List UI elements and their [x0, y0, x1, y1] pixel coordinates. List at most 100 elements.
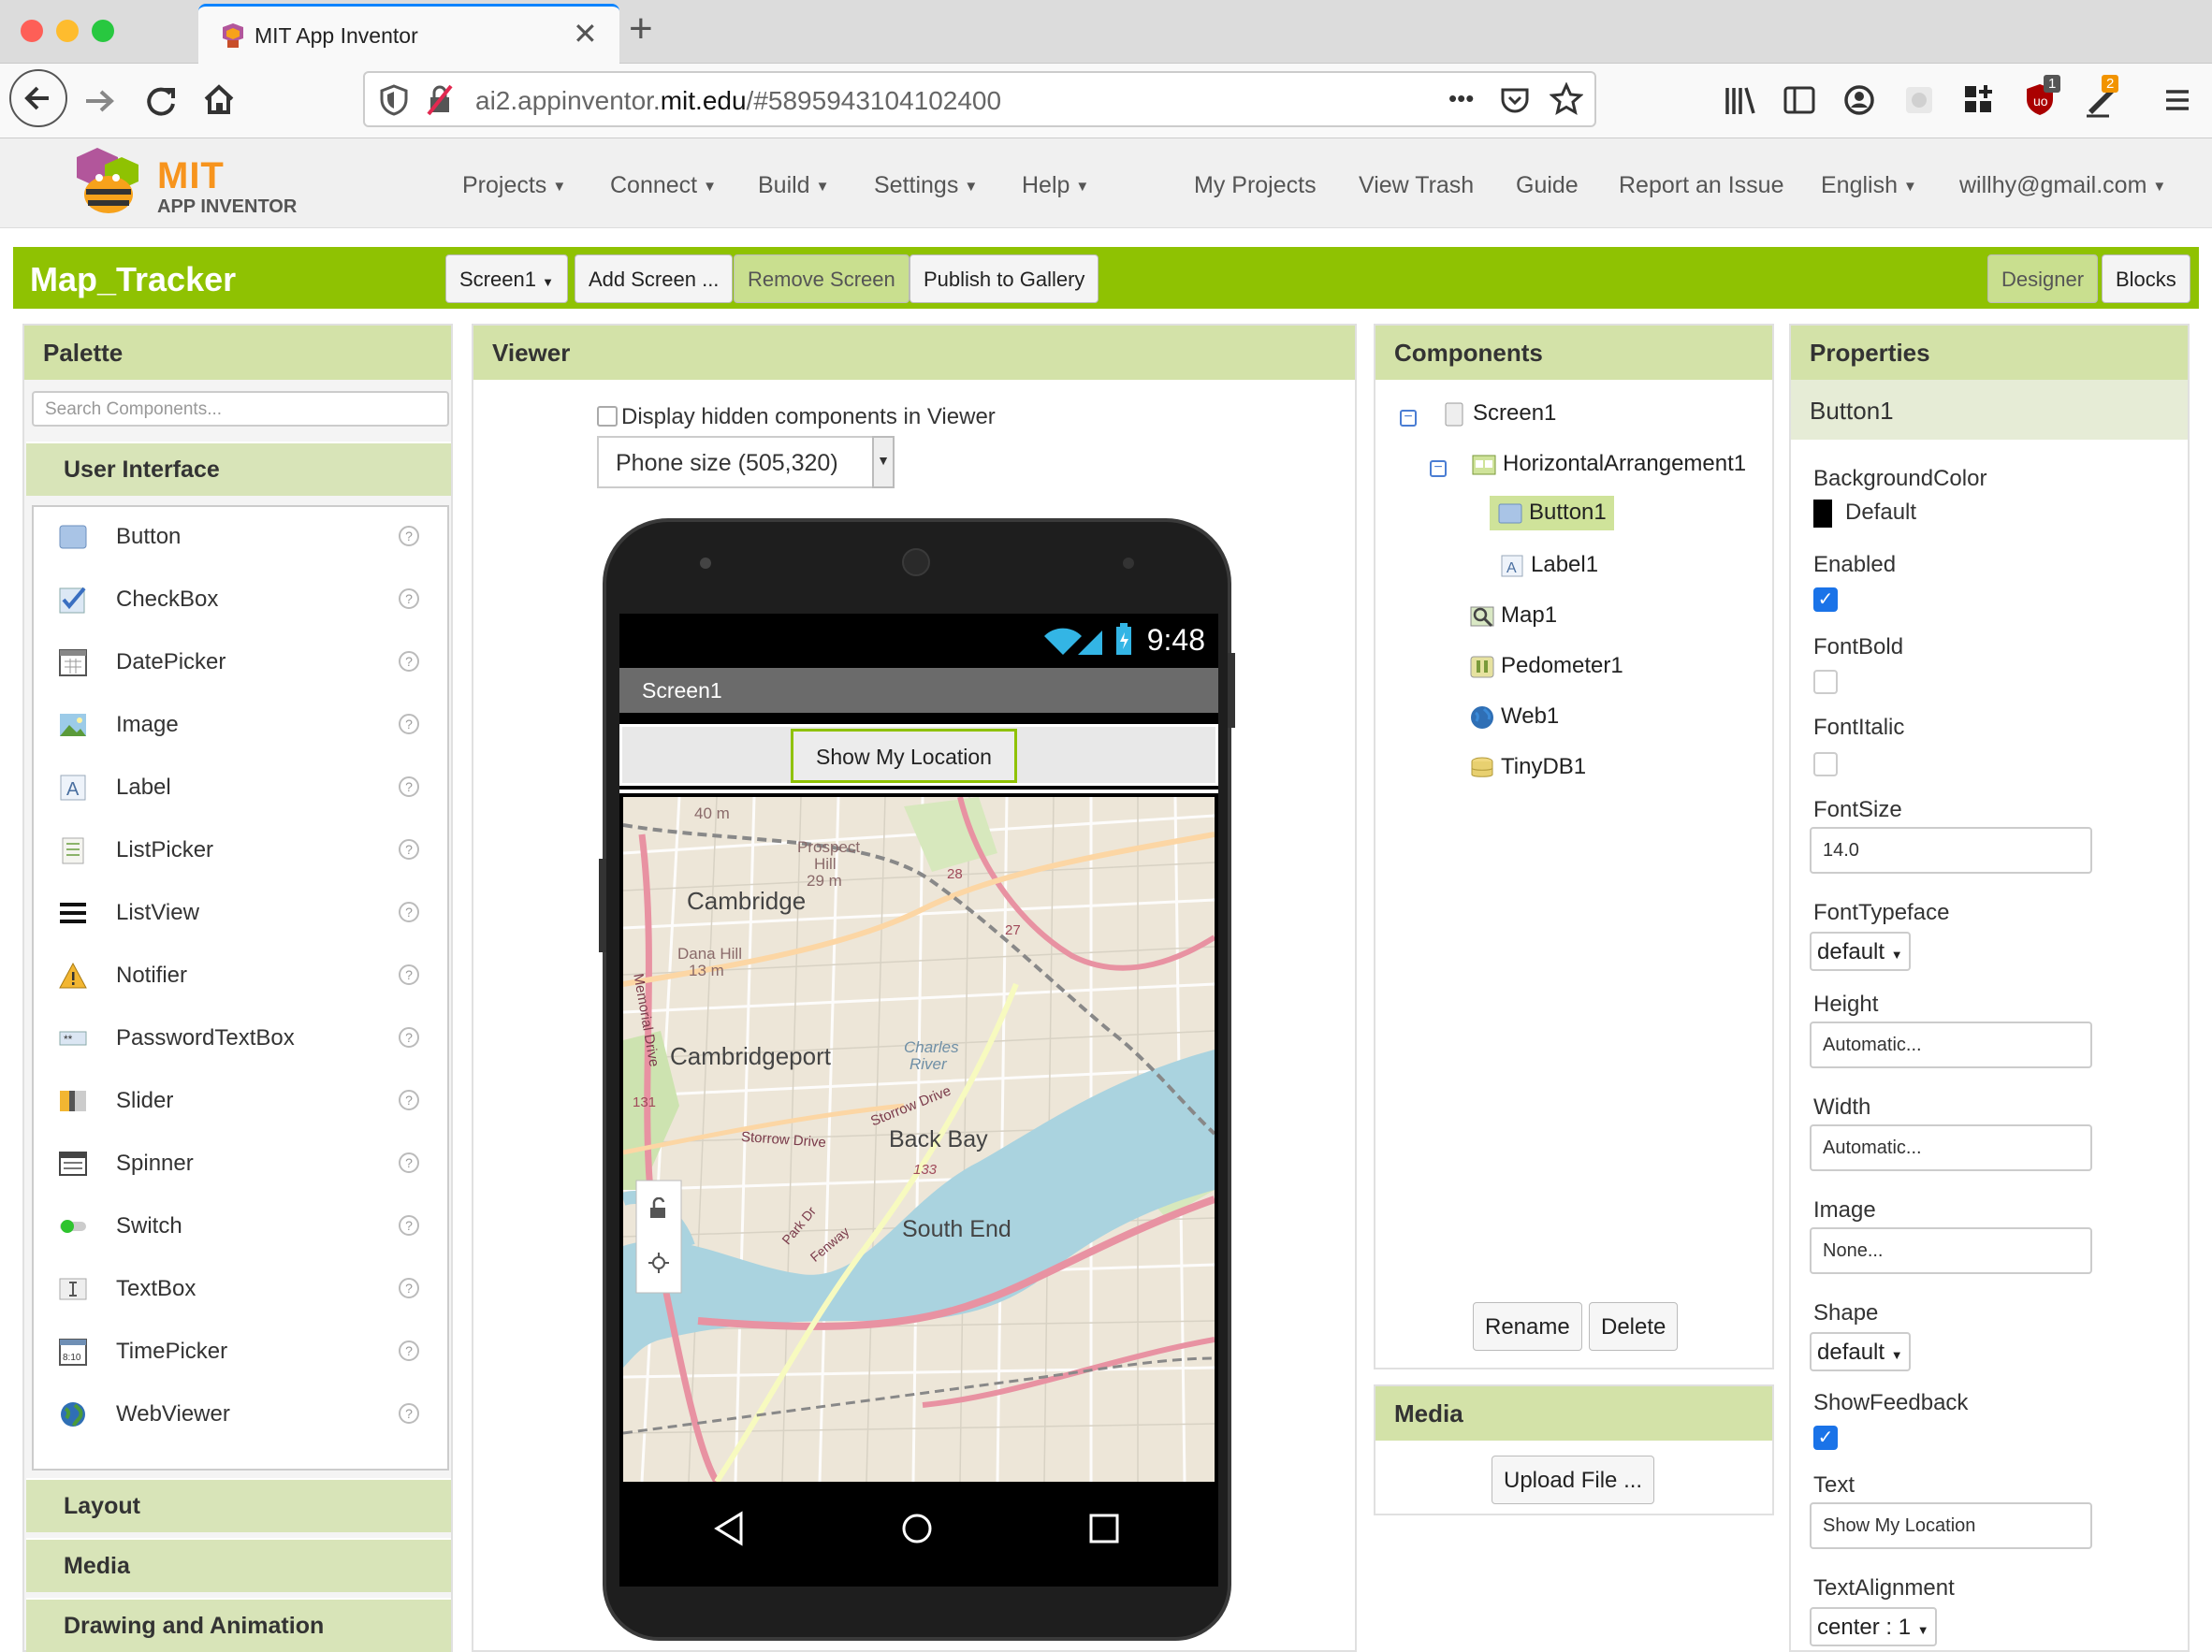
palette-item-textbox[interactable]: TextBox? [34, 1259, 451, 1322]
extension-icon[interactable] [1901, 82, 1937, 118]
link-report-issue[interactable]: Report an Issue [1619, 172, 1784, 199]
color-swatch-icon[interactable] [1813, 500, 1832, 528]
palette-item-button[interactable]: Button? [34, 507, 451, 570]
palette-item-listview[interactable]: ListView? [34, 883, 451, 946]
upload-file-button[interactable]: Upload File ... [1492, 1456, 1655, 1504]
menu-build[interactable]: Build ▼ [758, 172, 829, 199]
menu-projects[interactable]: Projects ▼ [462, 172, 566, 199]
map-view[interactable]: Cambridge Cambridgeport Back Bay South E… [623, 797, 1215, 1482]
unlock-icon[interactable] [648, 1197, 670, 1220]
prop-height-input[interactable]: Automatic... [1810, 1022, 2092, 1068]
delete-button[interactable]: Delete [1589, 1302, 1679, 1351]
pocket-icon[interactable] [1499, 84, 1531, 116]
category-user-interface[interactable]: User Interface [26, 442, 451, 496]
publish-gallery-button[interactable]: Publish to Gallery [910, 254, 1099, 303]
new-tab-icon[interactable]: + [629, 6, 653, 52]
hidden-components-checkbox[interactable] [597, 406, 618, 427]
palette-item-timepicker[interactable]: 8:10 TimePicker? [34, 1322, 451, 1384]
link-guide[interactable]: Guide [1516, 172, 1579, 199]
prop-fonttypeface-select[interactable]: default ▼ [1810, 932, 1911, 971]
show-my-location-button[interactable]: Show My Location [791, 729, 1017, 783]
add-screen-button[interactable]: Add Screen ... [575, 254, 734, 303]
nav-recents-icon[interactable] [1085, 1510, 1123, 1547]
tree-item-tinydb1[interactable]: TinyDB1 [1469, 754, 1586, 781]
category-media[interactable]: Media [26, 1538, 451, 1592]
screen-select[interactable]: Screen1 ▼ [445, 254, 568, 303]
tree-item-button1-selected[interactable]: Button1 [1490, 496, 1614, 530]
locate-crosshair-icon[interactable] [648, 1252, 670, 1274]
designer-button[interactable]: Designer [1987, 254, 2099, 303]
menu-settings[interactable]: Settings ▼ [874, 172, 978, 199]
grid-extension-icon[interactable] [1961, 82, 1997, 118]
tree-item-map1[interactable]: Map1 [1469, 602, 1557, 630]
palette-item-webviewer[interactable]: WebViewer? [34, 1384, 451, 1447]
nav-home-icon[interactable] [898, 1510, 936, 1547]
blocks-button[interactable]: Blocks [2102, 254, 2190, 303]
tree-item-screen1[interactable]: Screen1 [1441, 400, 1556, 427]
palette-item-listpicker[interactable]: ListPicker? [34, 820, 451, 883]
hamburger-menu-icon[interactable] [2161, 84, 2193, 116]
prop-fontsize-input[interactable]: 14.0 [1810, 827, 2092, 874]
menu-language[interactable]: English ▼ [1821, 172, 1917, 199]
remove-screen-button[interactable]: Remove Screen [734, 254, 910, 303]
prop-width-input[interactable]: Automatic... [1810, 1124, 2092, 1171]
link-my-projects[interactable]: My Projects [1194, 172, 1317, 199]
menu-user[interactable]: willhy@gmail.com ▼ [1959, 172, 2166, 199]
shield-icon[interactable] [380, 84, 408, 116]
tree-item-pedometer1[interactable]: Pedometer1 [1469, 653, 1623, 680]
search-components-input[interactable]: Search Components... [32, 391, 449, 427]
palette-item-spinner[interactable]: Spinner? [34, 1134, 451, 1196]
other-extension[interactable]: 2 [2083, 75, 2120, 124]
palette-item-image[interactable]: Image? [34, 695, 451, 758]
library-icon[interactable] [1722, 82, 1759, 120]
collapse-harr-icon[interactable]: − [1430, 460, 1447, 477]
menu-help[interactable]: Help ▼ [1022, 172, 1089, 199]
sidebar-icon[interactable] [1782, 82, 1817, 118]
forward-icon[interactable] [79, 80, 120, 122]
bookmark-star-icon[interactable] [1550, 82, 1583, 116]
prop-textalign-select[interactable]: center : 1 ▼ [1810, 1607, 1937, 1646]
prop-enabled-checkbox[interactable]: ✓ [1813, 587, 1838, 612]
close-tab-icon[interactable]: ✕ [573, 16, 598, 51]
phone-size-select[interactable]: Phone size (505,320) ▼ [597, 436, 895, 488]
back-button[interactable] [9, 69, 67, 127]
horizontal-arrangement[interactable]: Show My Location [619, 724, 1218, 786]
prop-fontitalic-checkbox[interactable] [1813, 752, 1838, 776]
link-view-trash[interactable]: View Trash [1359, 172, 1474, 199]
maximize-window-icon[interactable] [92, 20, 114, 42]
minimize-window-icon[interactable] [56, 20, 79, 42]
palette-item-switch[interactable]: Switch? [34, 1196, 451, 1259]
home-icon[interactable] [198, 79, 240, 120]
palette-item-passwordtextbox[interactable]: ** PasswordTextBox? [34, 1008, 451, 1071]
tree-item-web1[interactable]: Web1 [1469, 703, 1559, 731]
browser-tab[interactable]: MIT App Inventor ✕ [198, 4, 619, 64]
palette-item-slider[interactable]: Slider? [34, 1071, 451, 1134]
prop-bgcolor-value[interactable]: Default [1845, 500, 1916, 526]
mit-app-inventor-logo[interactable]: MIT APP INVENTOR [67, 146, 311, 225]
reload-icon[interactable] [140, 80, 182, 122]
textbox-icon [59, 1278, 87, 1300]
prop-showfeedback-checkbox[interactable]: ✓ [1813, 1426, 1838, 1450]
page-actions-icon[interactable]: ••• [1448, 84, 1474, 113]
palette-item-datepicker[interactable]: DatePicker? [34, 632, 451, 695]
prop-fontbold-checkbox[interactable] [1813, 670, 1838, 694]
url-bar[interactable]: ai2.appinventor.mit.edu/#589594310410240… [363, 71, 1596, 127]
prop-shape-select[interactable]: default ▼ [1810, 1332, 1911, 1371]
close-window-icon[interactable] [21, 20, 43, 42]
insecure-lock-icon[interactable] [425, 84, 455, 116]
nav-back-icon[interactable] [713, 1510, 747, 1547]
tree-item-horizontal-arrangement[interactable]: HorizontalArrangement1 [1471, 451, 1746, 478]
menu-connect[interactable]: Connect ▼ [610, 172, 717, 199]
tree-item-label1[interactable]: A Label1 [1499, 552, 1598, 579]
account-icon[interactable] [1841, 82, 1877, 118]
palette-item-notifier[interactable]: Notifier? [34, 946, 451, 1008]
palette-item-label[interactable]: A Label? [34, 758, 451, 820]
category-drawing-animation[interactable]: Drawing and Animation [26, 1598, 451, 1652]
collapse-screen1-icon[interactable]: − [1400, 410, 1417, 427]
ublock-extension[interactable]: uo 1 [2023, 75, 2061, 124]
category-layout[interactable]: Layout [26, 1478, 451, 1532]
prop-image-input[interactable]: None... [1810, 1227, 2092, 1274]
rename-button[interactable]: Rename [1473, 1302, 1582, 1351]
palette-item-checkbox[interactable]: CheckBox? [34, 570, 451, 632]
prop-text-input[interactable]: Show My Location [1810, 1502, 2092, 1549]
